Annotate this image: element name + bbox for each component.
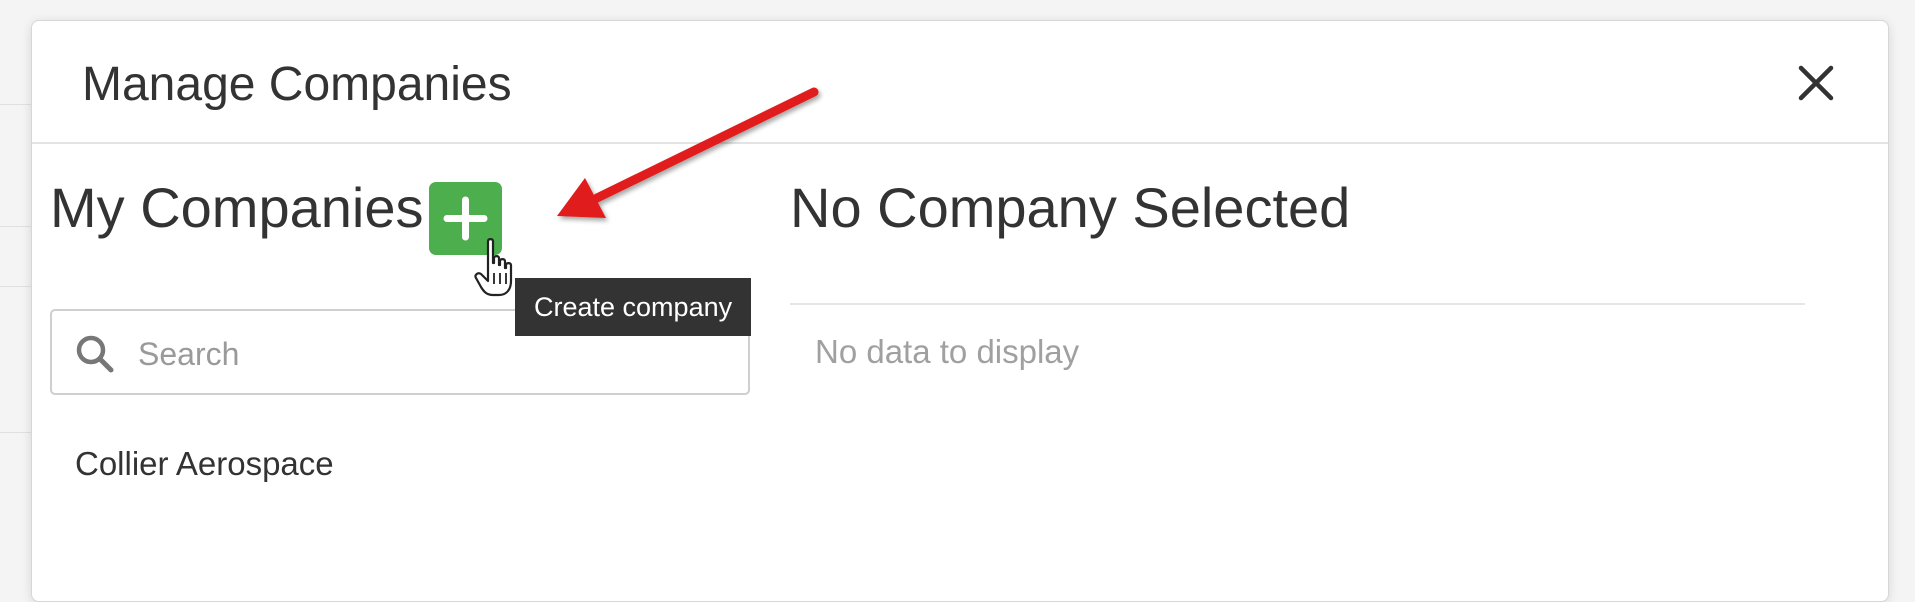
modal-header: Manage Companies bbox=[32, 21, 1888, 144]
company-list-item[interactable]: Collier Aerospace bbox=[75, 445, 334, 483]
create-company-tooltip: Create company bbox=[515, 278, 752, 336]
close-icon[interactable] bbox=[1794, 61, 1838, 105]
search-input[interactable] bbox=[136, 329, 720, 379]
section-divider bbox=[790, 303, 1805, 305]
search-icon bbox=[76, 335, 114, 373]
my-companies-heading: My Companies bbox=[50, 176, 424, 239]
selected-company-heading: No Company Selected bbox=[790, 176, 1351, 239]
empty-state-text: No data to display bbox=[815, 333, 1080, 370]
hand-pointer-icon bbox=[474, 238, 513, 297]
modal-title: Manage Companies bbox=[82, 58, 512, 111]
